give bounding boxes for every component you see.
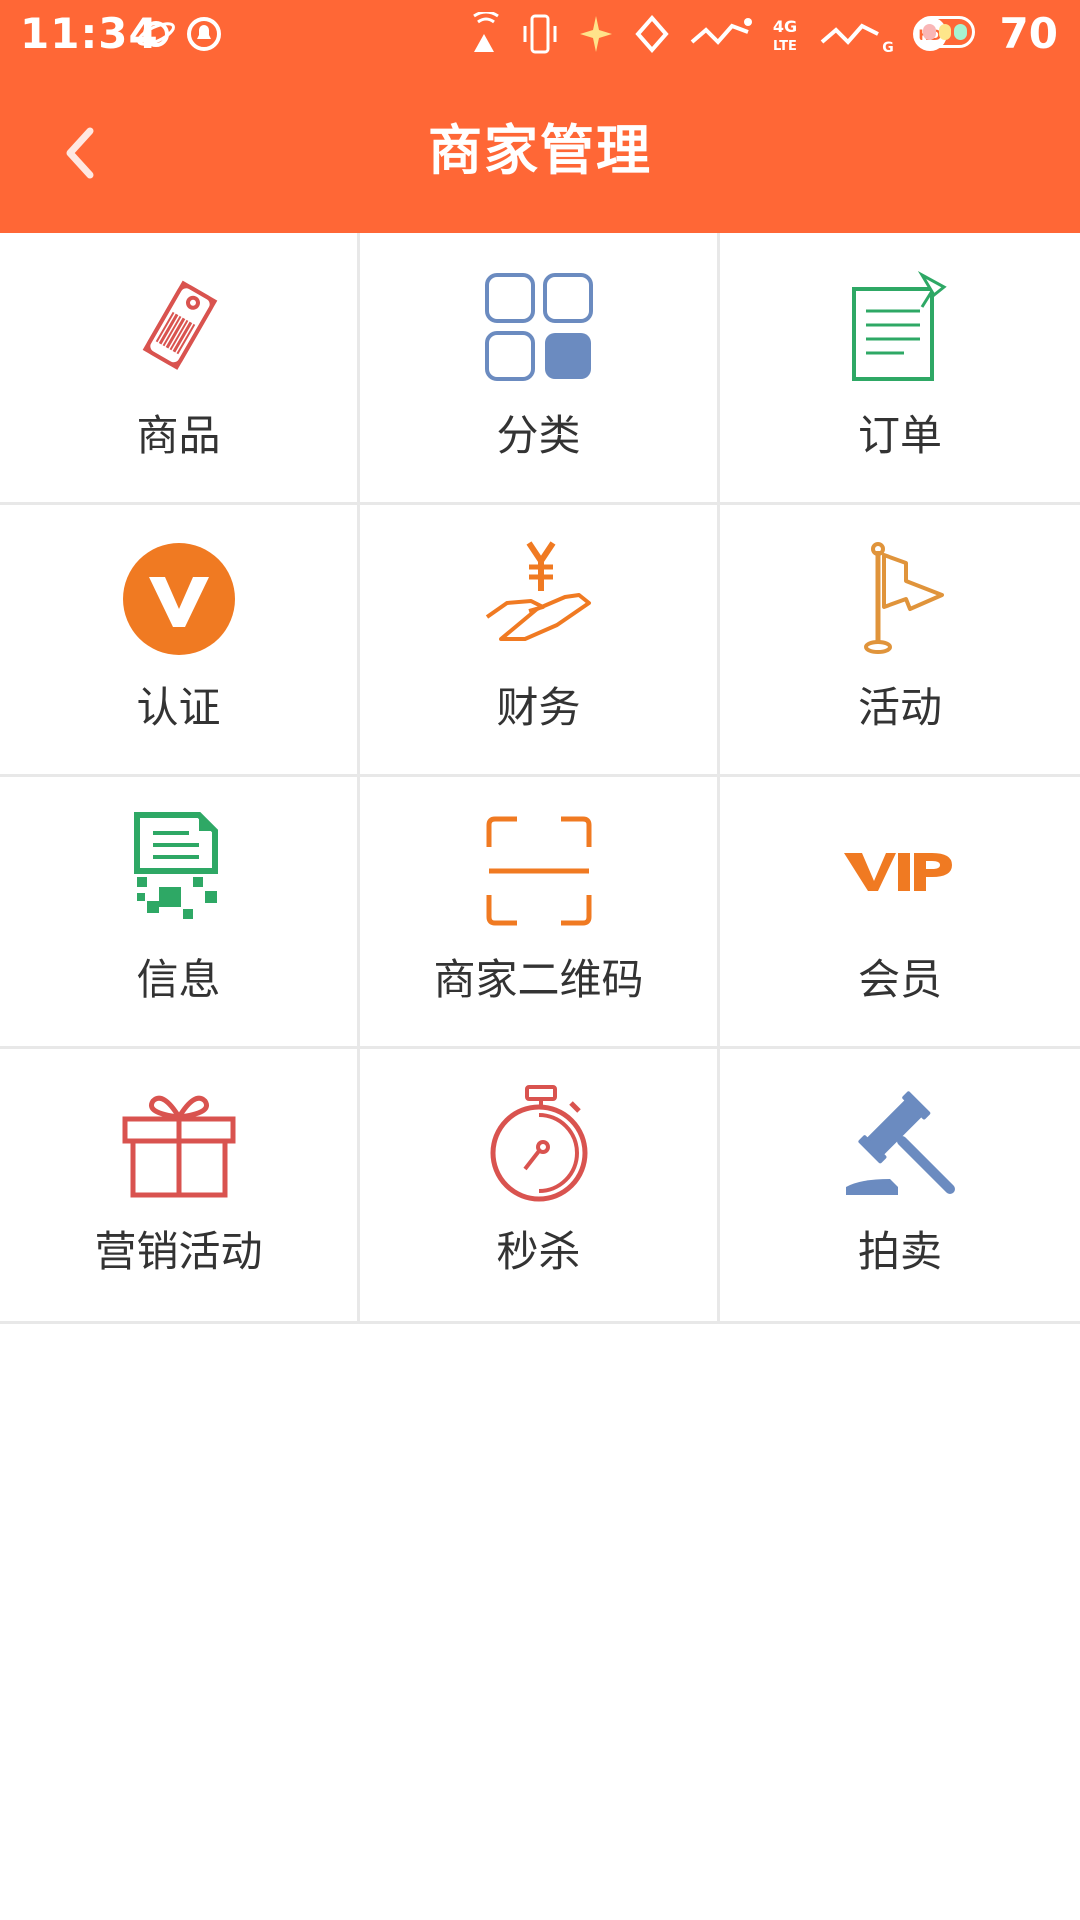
svg-text:G: G [882, 40, 894, 56]
order-note-icon [840, 267, 960, 387]
stopwatch-icon [479, 1083, 599, 1203]
verified-v-icon [119, 539, 239, 659]
menu-item-merchant-qr[interactable]: 商家二维码 [360, 777, 720, 1049]
menu-item-category[interactable]: 分类 [360, 233, 720, 505]
merchant-menu-grid: 商品 分类 订单 认证 财务 活动 信息 商家二维码 会员 营销活动 秒杀 拍卖 [0, 233, 1080, 1324]
menu-item-label: 秒杀 [496, 1227, 581, 1276]
diamond-link-icon [635, 14, 669, 54]
flag-icon [840, 539, 960, 659]
status-left-icons [135, 10, 225, 58]
header-bar: 11:34 4G LTE G 70 商家管理 [0, 0, 1080, 233]
gift-box-icon [119, 1083, 239, 1203]
battery-level: 70 [999, 9, 1058, 58]
battery-icon [915, 16, 975, 48]
planet-icon [137, 21, 175, 47]
signal-wave-2-icon: G [820, 23, 894, 56]
menu-item-label: 拍卖 [857, 1227, 942, 1276]
menu-item-label: 商品 [136, 411, 221, 460]
menu-item-auction[interactable]: 拍卖 [720, 1049, 1080, 1321]
menu-item-marketing[interactable]: 营销活动 [0, 1049, 360, 1321]
menu-item-finance[interactable]: 财务 [360, 505, 720, 777]
status-bar: 11:34 4G LTE G 70 [0, 0, 1080, 68]
menu-item-flash-sale[interactable]: 秒杀 [360, 1049, 720, 1321]
sparkle-icon [580, 16, 612, 52]
menu-item-orders[interactable]: 订单 [720, 233, 1080, 505]
menu-item-products[interactable]: 商品 [0, 233, 360, 505]
svg-text:4G: 4G [773, 17, 797, 36]
menu-item-activities[interactable]: 活动 [720, 505, 1080, 777]
qr-scan-icon [479, 811, 599, 931]
menu-item-label: 会员 [857, 955, 942, 1004]
menu-item-certification[interactable]: 认证 [0, 505, 360, 777]
menu-item-label: 营销活动 [94, 1227, 263, 1276]
yen-hand-icon [479, 539, 599, 659]
alarm-bell-icon [187, 17, 221, 51]
svg-text:LTE: LTE [773, 39, 797, 54]
vip-icon [840, 811, 960, 931]
menu-item-label: 订单 [857, 411, 942, 460]
menu-item-label: 财务 [496, 683, 581, 732]
nav-bar: 商家管理 [0, 68, 1080, 233]
price-tag-icon [119, 267, 239, 387]
auction-gavel-icon [840, 1083, 960, 1203]
menu-item-label: 认证 [136, 683, 221, 732]
menu-item-info[interactable]: 信息 [0, 777, 360, 1049]
page-title: 商家管理 [428, 119, 652, 182]
satellite-icon [473, 12, 499, 52]
vibrate-icon [523, 14, 557, 54]
info-document-icon [119, 811, 239, 931]
category-grid-icon [479, 267, 599, 387]
menu-item-membership[interactable]: 会员 [720, 777, 1080, 1049]
lte-badge-icon: 4G LTE [773, 17, 797, 54]
status-right-icons: 4G LTE G HD [468, 10, 950, 58]
signal-wave-icon [690, 18, 752, 45]
menu-item-label: 活动 [857, 683, 942, 732]
menu-item-label: 信息 [136, 955, 221, 1004]
menu-item-label: 分类 [496, 411, 581, 460]
menu-item-label: 商家二维码 [433, 955, 644, 1004]
